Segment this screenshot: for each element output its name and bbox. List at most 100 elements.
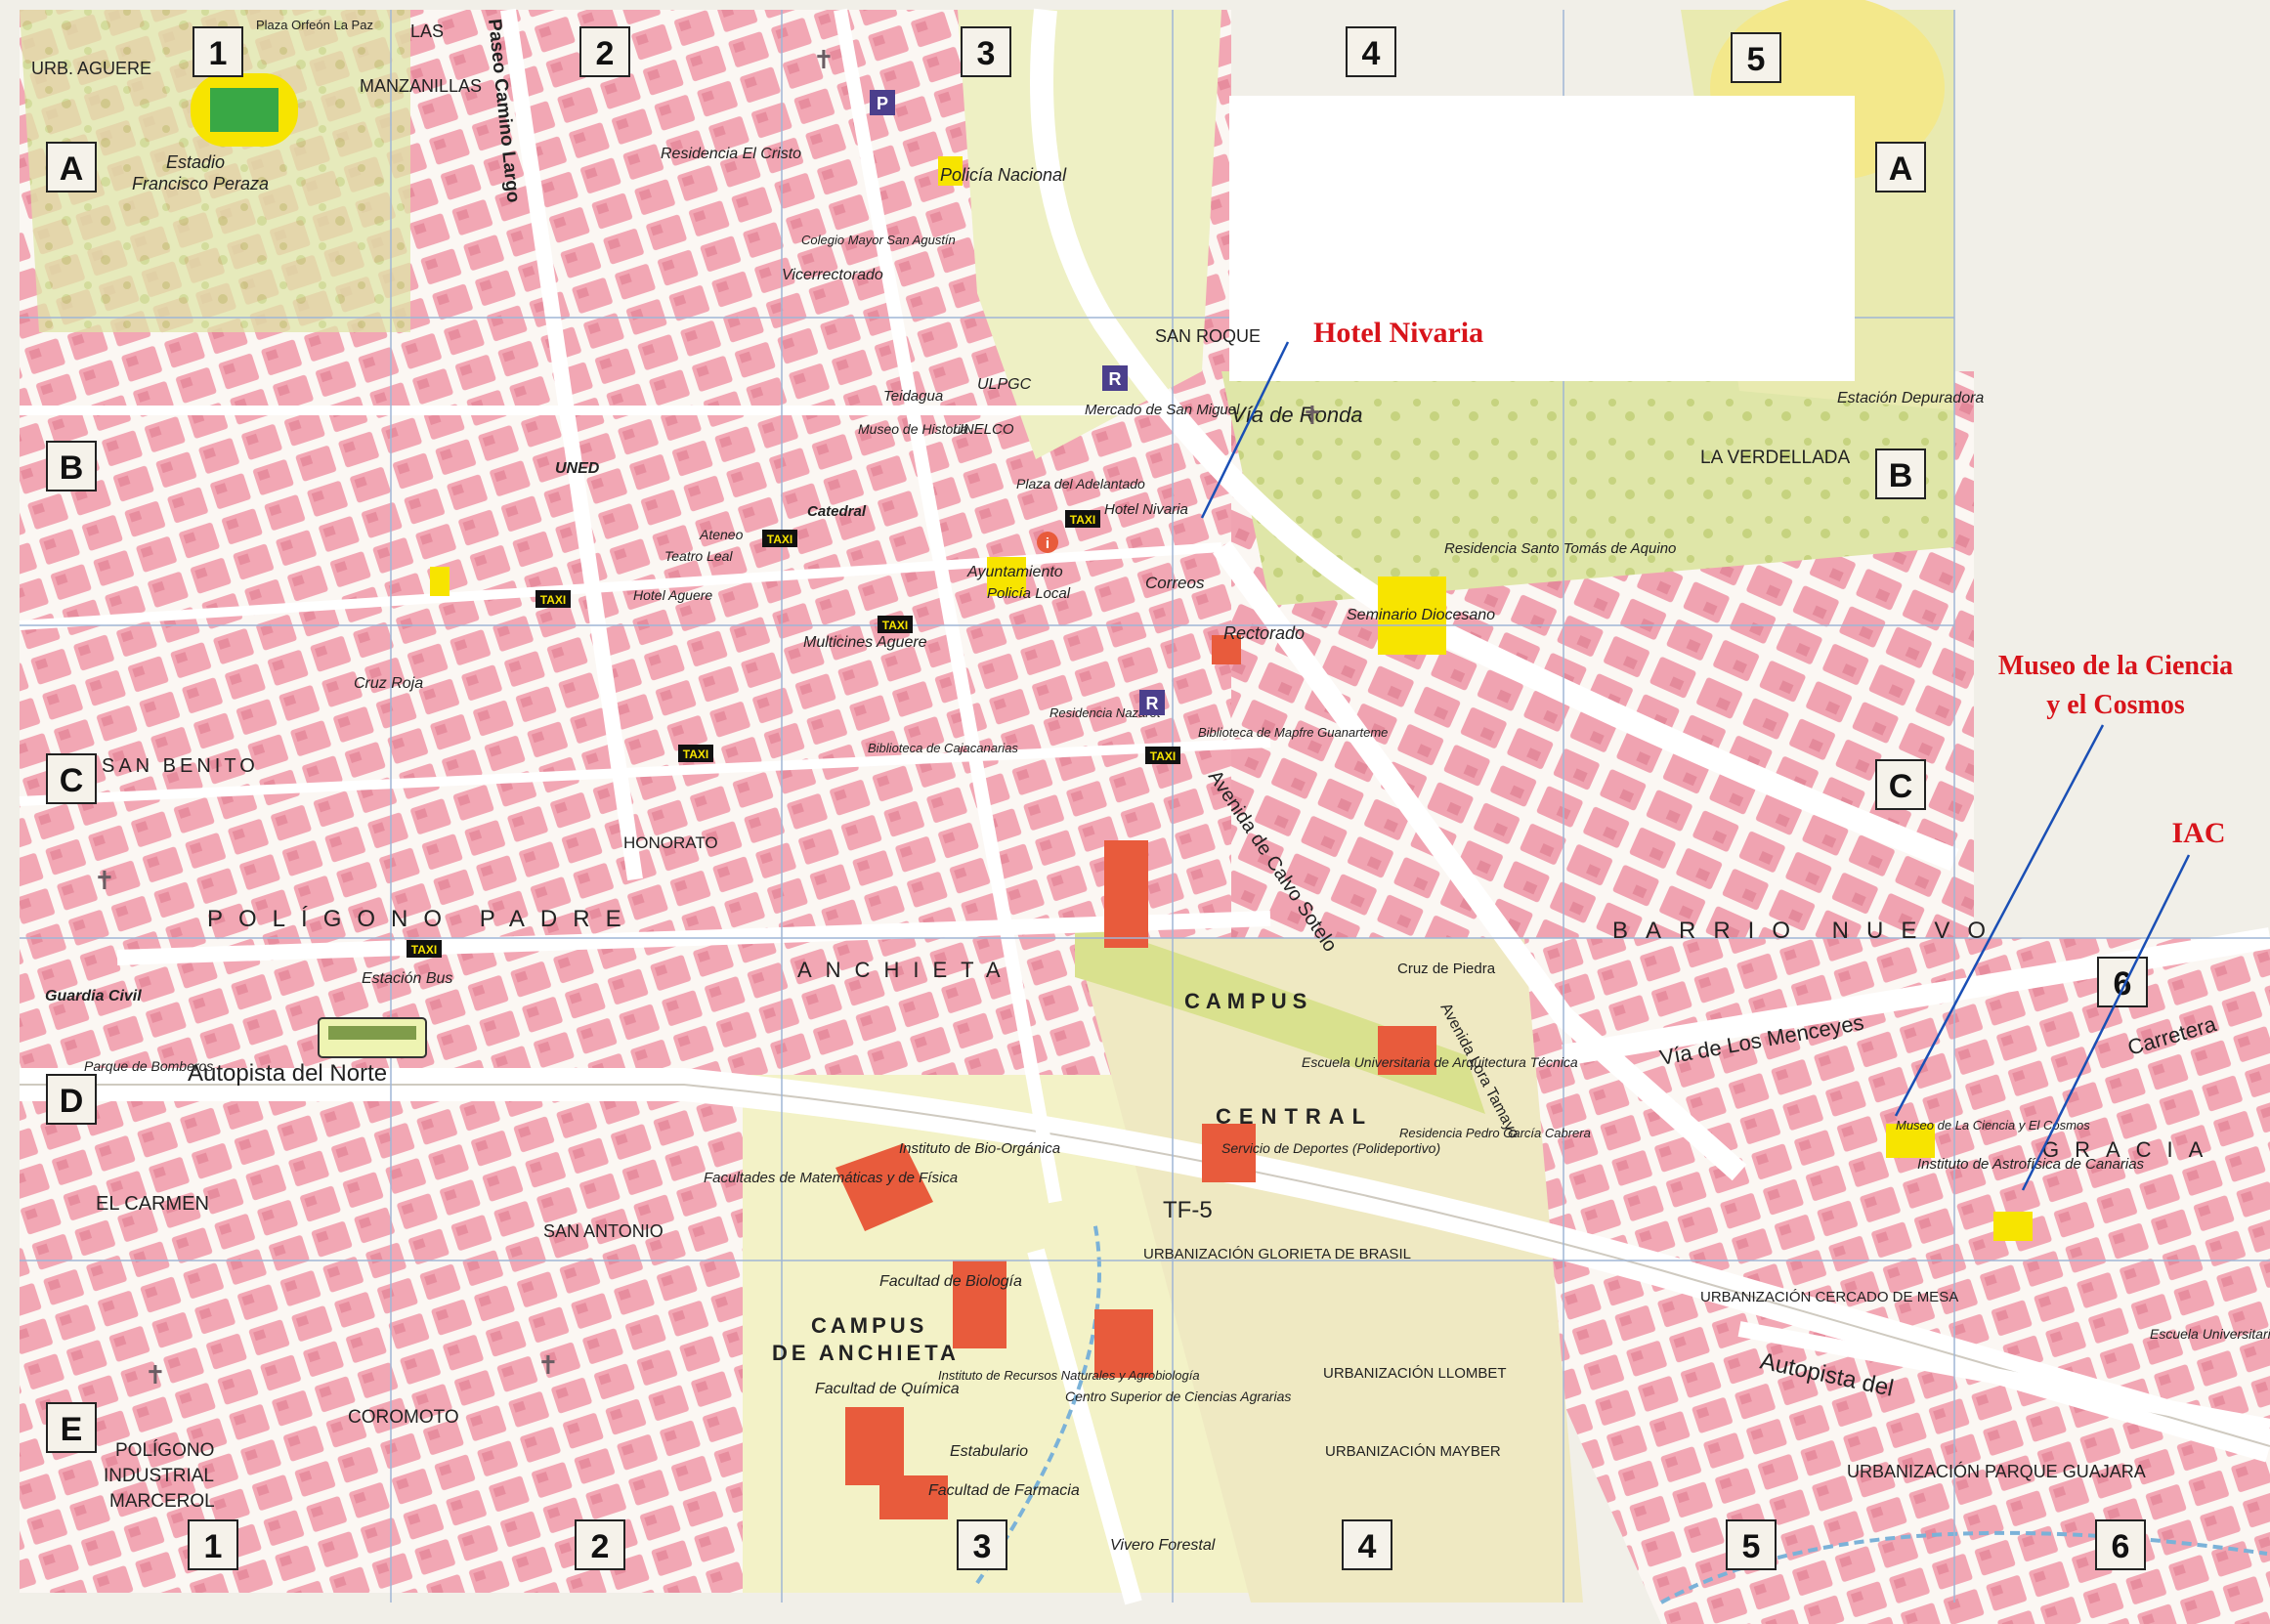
label-catedral: Catedral xyxy=(807,503,867,520)
svg-text:TAXI: TAXI xyxy=(1150,749,1176,763)
label-campus-central-2: CENTRAL xyxy=(1216,1104,1373,1129)
grid-col-2-top: 2 xyxy=(579,26,630,77)
svg-text:✝: ✝ xyxy=(94,866,115,895)
label-plaza-adelantado: Plaza del Adelantado xyxy=(1016,476,1145,491)
grid-row-b-left: B xyxy=(46,441,97,491)
label-instituto-recursos: Instituto de Recursos Naturales y Agrobi… xyxy=(938,1368,1200,1383)
svg-text:B: B xyxy=(1889,457,1913,494)
label-gracia: GRACIA xyxy=(2042,1137,2218,1162)
label-urb-llombet: URBANIZACIÓN LLOMBET xyxy=(1323,1365,1507,1382)
svg-text:D: D xyxy=(60,1083,84,1120)
label-coromoto: COROMOTO xyxy=(348,1407,459,1428)
svg-text:2: 2 xyxy=(596,35,615,72)
label-poligono-marcerol-3: MARCEROL xyxy=(109,1491,215,1512)
grid-col-3-bottom: 3 xyxy=(957,1519,1007,1570)
label-estacion-depuradora: Estación Depuradora xyxy=(1837,390,1984,406)
label-barrio-nuevo: BARRIO NUEVO xyxy=(1612,918,2003,944)
svg-text:1: 1 xyxy=(204,1528,223,1565)
grid-row-c-right: C xyxy=(1875,759,1926,810)
label-autopista-norte: Autopista del Norte xyxy=(188,1060,387,1087)
grid-row-e-left: E xyxy=(46,1402,97,1453)
label-francisco-peraza: Francisco Peraza xyxy=(132,174,269,193)
grid-row-b-right: B xyxy=(1875,449,1926,499)
grid-row-a-left: A xyxy=(46,142,97,192)
parking-icon: R xyxy=(1102,365,1128,391)
label-instituto-bio: Instituto de Bio-Orgánica xyxy=(899,1140,1060,1157)
svg-text:✝: ✝ xyxy=(1302,401,1323,430)
svg-text:IAC: IAC xyxy=(2171,817,2225,849)
label-mercado: Mercado de San Miguel xyxy=(1085,402,1240,418)
label-plaza-orfeon: Plaza Orfeón La Paz xyxy=(256,18,373,32)
svg-text:y el Cosmos: y el Cosmos xyxy=(2046,690,2185,720)
svg-text:A: A xyxy=(1889,150,1913,188)
label-estadio: Estadio xyxy=(166,152,225,172)
grid-col-5-top: 5 xyxy=(1731,32,1781,83)
label-fac-matematicas: Facultades de Matemáticas y de Física xyxy=(704,1170,958,1186)
label-residencia-tomas: Residencia Santo Tomás de Aquino xyxy=(1444,540,1676,557)
label-residencia-cristo: Residencia El Cristo xyxy=(661,146,801,162)
grid-col-5-bottom: 5 xyxy=(1726,1519,1777,1570)
label-uned: UNED xyxy=(555,460,600,477)
label-residencia-pedro: Residencia Pedro García Cabrera xyxy=(1399,1126,1591,1140)
taxi-icon: TAXI xyxy=(407,940,442,958)
label-via-ronda: Vía de Ronda xyxy=(1231,403,1363,427)
label-escuela-empresariales: Escuela Universitaria de C.C. Empresaria… xyxy=(2150,1326,2270,1342)
label-centro-agrarias: Centro Superior de Ciencias Agrarias xyxy=(1065,1389,1291,1404)
svg-text:TAXI: TAXI xyxy=(767,533,792,546)
label-hotel-aguere: Hotel Aguere xyxy=(633,587,712,603)
label-ulpgc: ULPGC xyxy=(977,376,1032,393)
label-campus-anchieta-1: CAMPUS xyxy=(811,1313,927,1338)
taxi-icon: TAXI xyxy=(535,590,571,608)
church-icon: ✝ xyxy=(145,1360,166,1389)
label-urb-mayber: URBANIZACIÓN MAYBER xyxy=(1325,1443,1501,1460)
label-urb-glorieta: URBANIZACIÓN GLORIETA DE BRASIL xyxy=(1143,1246,1411,1262)
label-san-roque: SAN ROQUE xyxy=(1155,326,1261,346)
svg-text:✝: ✝ xyxy=(537,1350,559,1380)
label-honorato: HONORATO xyxy=(623,833,718,852)
label-tf5: TF-5 xyxy=(1163,1197,1213,1223)
label-museo-map: Museo de La Ciencia y El Cosmos xyxy=(1896,1118,2090,1133)
svg-text:4: 4 xyxy=(1358,1528,1377,1565)
svg-text:TAXI: TAXI xyxy=(540,593,566,607)
svg-text:4: 4 xyxy=(1362,35,1381,72)
svg-text:3: 3 xyxy=(973,1528,992,1565)
svg-text:TAXI: TAXI xyxy=(1070,513,1095,527)
church-icon: ✝ xyxy=(94,866,115,895)
label-urb-cercado: URBANIZACIÓN CERCADO DE MESA xyxy=(1700,1289,1958,1305)
svg-text:TAXI: TAXI xyxy=(411,943,437,957)
grid-col-6-bottom: 6 xyxy=(2095,1519,2146,1570)
grid-col-1-top: 1 xyxy=(193,26,243,77)
city-map: 1 2 3 4 5 6 1 2 3 4 5 6 A B C D E A B C … xyxy=(0,0,2270,1624)
grid-col-1-bottom: 1 xyxy=(188,1519,238,1570)
grid-col-6-right: 6 xyxy=(2097,957,2148,1007)
label-campus-central-1: CAMPUS xyxy=(1184,989,1312,1013)
label-estabulario: Estabulario xyxy=(950,1443,1028,1460)
label-poligono-padre: POLÍGONO PADRE xyxy=(207,906,637,932)
label-san-benito: SAN BENITO xyxy=(102,755,259,777)
label-urb-aguere: URB. AGUERE xyxy=(31,59,151,78)
svg-text:✝: ✝ xyxy=(145,1360,166,1389)
taxi-icon: TAXI xyxy=(678,745,713,762)
label-vivero: Vivero Forestal xyxy=(1110,1537,1216,1554)
taxi-icon: TAXI xyxy=(762,530,797,547)
church-icon: ✝ xyxy=(537,1350,559,1380)
label-el-carmen: EL CARMEN xyxy=(96,1193,209,1215)
taxi-icon: TAXI xyxy=(1145,747,1180,764)
svg-text:TAXI: TAXI xyxy=(882,619,908,632)
label-guardia-civil: Guardia Civil xyxy=(45,988,142,1004)
grid-row-d-left: D xyxy=(46,1074,97,1125)
grid-col-4-bottom: 4 xyxy=(1342,1519,1392,1570)
label-campus-anchieta-2: DE ANCHIETA xyxy=(772,1341,960,1365)
label-multicines: Multicines Aguere xyxy=(803,634,927,651)
label-unelco: UNELCO xyxy=(953,421,1014,438)
label-correos: Correos xyxy=(1145,574,1205,592)
svg-text:6: 6 xyxy=(2112,1528,2130,1565)
grid-row-a-right: A xyxy=(1875,142,1926,192)
label-escuela-arquitectura: Escuela Universitaria de Arquitectura Té… xyxy=(1302,1054,1578,1070)
svg-text:2: 2 xyxy=(591,1528,610,1565)
svg-text:1: 1 xyxy=(209,35,228,72)
label-fac-biologia: Facultad de Biología xyxy=(879,1273,1022,1290)
label-urb-parque: URBANIZACIÓN PARQUE GUAJARA xyxy=(1847,1461,2146,1481)
label-vicerrectorado: Vicerrectorado xyxy=(782,267,883,283)
label-ayuntamiento: Ayuntamiento xyxy=(966,564,1063,580)
